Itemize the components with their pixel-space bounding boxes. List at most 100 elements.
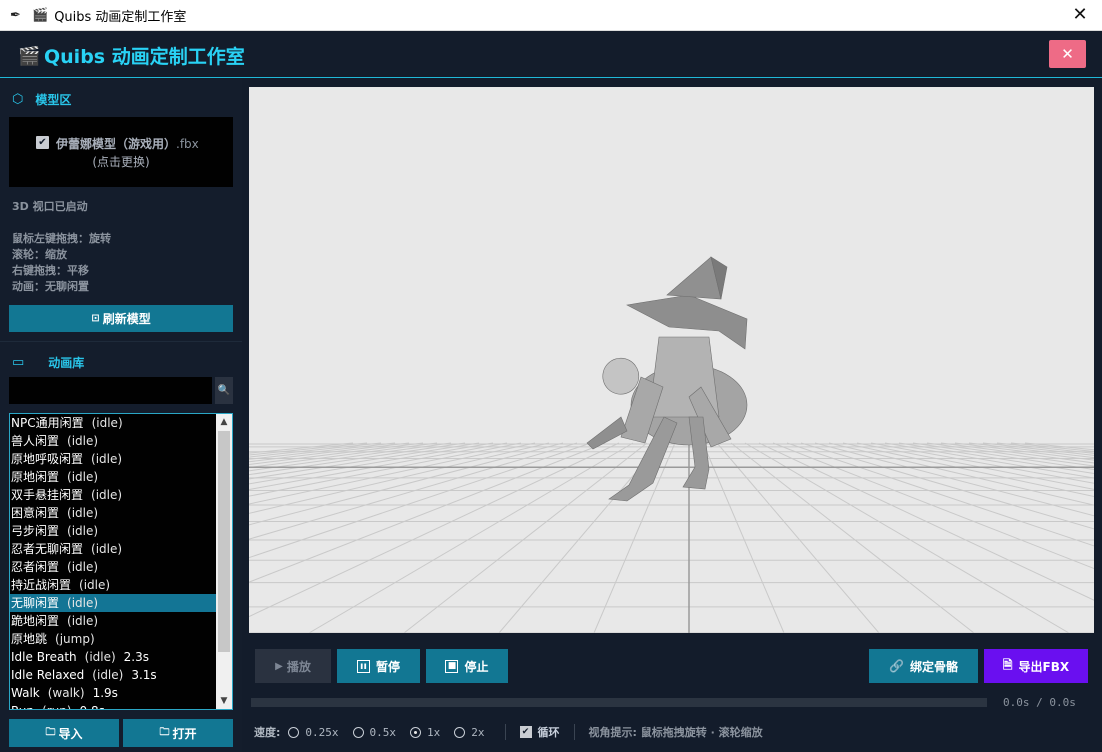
- animation-name: Walk: [11, 686, 40, 700]
- model-change-hint: (点击更换): [92, 155, 150, 169]
- animation-list-item[interactable]: 原地闲置 (idle): [10, 468, 216, 486]
- animation-tag: (jump): [55, 632, 95, 646]
- search-icon[interactable]: 🔍: [215, 377, 233, 404]
- animation-duration: 3.1s: [131, 668, 157, 682]
- animation-name: 双手悬挂闲置: [11, 488, 84, 502]
- refresh-model-button[interactable]: ⊡ 刷新模型: [9, 305, 233, 332]
- animation-list-item[interactable]: 忍者闲置 (idle): [10, 558, 216, 576]
- play-button[interactable]: ▶ 播放: [255, 649, 331, 683]
- animation-list-item[interactable]: 忍者无聊闲置 (idle): [10, 540, 216, 558]
- stop-button[interactable]: ■ 停止: [426, 649, 508, 683]
- animation-list-item[interactable]: 弓步闲置 (idle): [10, 522, 216, 540]
- divider: [0, 341, 242, 342]
- speed-option-label: 0.5x: [369, 725, 397, 739]
- animation-name: NPC通用闲置: [11, 416, 84, 430]
- bind-skeleton-button[interactable]: 🔗 绑定骨骼: [869, 649, 978, 683]
- list-scrollbar[interactable]: ▲ ▼: [216, 414, 232, 709]
- film-icon: ▭: [12, 355, 25, 370]
- scroll-up-icon[interactable]: ▲: [216, 414, 232, 430]
- radio-icon: [352, 726, 364, 738]
- export-fbx-label: 导出FBX: [1018, 659, 1070, 674]
- loop-label: 循环: [537, 726, 560, 739]
- animation-name: 无聊闲置: [11, 596, 60, 610]
- export-fbx-button[interactable]: 🗎 导出FBX: [984, 649, 1088, 683]
- speed-option-label: 0.25x: [305, 725, 339, 739]
- speed-option[interactable]: 0.5x: [352, 725, 397, 739]
- progress-bar[interactable]: [251, 698, 987, 707]
- animation-list-item[interactable]: 跪地闲置 (idle): [10, 612, 216, 630]
- animation-tag: (idle): [67, 434, 99, 448]
- animation-list-item[interactable]: 原地呼吸闲置 (idle): [10, 450, 216, 468]
- animation-tag: (idle): [91, 452, 123, 466]
- animation-tag: (idle): [67, 560, 99, 574]
- scroll-thumb[interactable]: [218, 431, 230, 652]
- speed-option[interactable]: 0.25x: [288, 725, 339, 739]
- feather-icon: ✒: [10, 7, 21, 23]
- check-icon: ✔: [36, 136, 49, 149]
- animation-tag: (run): [42, 704, 72, 709]
- app-title: Quibs 动画定制工作室: [44, 46, 245, 68]
- export-icon: 🗎: [1002, 657, 1013, 672]
- app-close-button[interactable]: ✕: [1049, 40, 1086, 68]
- animation-list-item[interactable]: 原地跳 (jump): [10, 630, 216, 648]
- animation-list-item[interactable]: Walk (walk) 1.9s: [10, 684, 216, 702]
- animation-tag: (idle): [84, 650, 116, 664]
- animation-duration: 2.3s: [123, 650, 150, 664]
- cube-icon: ⬡: [12, 92, 24, 107]
- left-panel: ⬡ 模型区 ✔ 伊蕾娜模型（游戏用）.fbx (点击更换) 3D 视口已启动 鼠…: [0, 79, 242, 752]
- window-titlebar: ✒ 🎬 Quibs 动画定制工作室 ✕: [0, 0, 1102, 31]
- pause-label: 暂停: [375, 659, 400, 674]
- window-close-button[interactable]: ✕: [1068, 4, 1092, 26]
- animation-list-item[interactable]: Idle Relaxed (idle) 3.1s: [10, 666, 216, 684]
- animation-duration: 0.8s: [80, 704, 105, 709]
- animation-list-item[interactable]: 兽人闲置 (idle): [10, 432, 216, 450]
- loop-checkbox[interactable]: ✔ 循环: [519, 724, 560, 740]
- help-pan: 右键拖拽：平移: [12, 264, 89, 277]
- speed-option[interactable]: 1x: [410, 726, 440, 739]
- view-hint: 视角提示: 鼠标拖拽旋转 · 滚轮缩放: [588, 726, 763, 739]
- separator: [504, 724, 506, 740]
- open-label: 打开: [172, 726, 197, 741]
- import-button[interactable]: 🗀 导入: [9, 719, 119, 747]
- animation-tag: (idle): [92, 668, 124, 682]
- 3d-viewport[interactable]: [249, 87, 1094, 633]
- animation-list[interactable]: NPC通用闲置 (idle) 兽人闲置 (idle) 原地呼吸闲置 (idle) 原地闲置 (…: [9, 413, 233, 710]
- animation-name: Idle Relaxed: [11, 668, 85, 682]
- animation-name: 忍者无聊闲置: [11, 542, 84, 556]
- radio-icon: [410, 726, 422, 738]
- animation-name: 兽人闲置: [11, 434, 60, 448]
- animation-name: 原地呼吸闲置: [11, 452, 84, 466]
- open-button[interactable]: 🗀 打开: [123, 719, 233, 747]
- model-section-header: ⬡ 模型区: [12, 91, 71, 108]
- animation-list-item[interactable]: Run (run) 0.8s: [10, 702, 216, 709]
- speed-option[interactable]: 2x: [454, 725, 485, 739]
- anim-section-header: ▭ 动画库: [12, 354, 84, 371]
- pause-button[interactable]: ıı 暂停: [337, 649, 420, 683]
- viewport-scene: [249, 87, 1094, 633]
- window-title: Quibs 动画定制工作室: [54, 9, 187, 25]
- animation-list-item[interactable]: NPC通用闲置 (idle): [10, 414, 216, 432]
- stop-label: 停止: [464, 659, 489, 674]
- animation-list-rows: NPC通用闲置 (idle) 兽人闲置 (idle) 原地呼吸闲置 (idle) 原地闲置 (…: [10, 414, 216, 709]
- animation-list-item[interactable]: 无聊闲置 (idle): [10, 594, 216, 612]
- animation-tag: (idle): [67, 524, 99, 538]
- animation-list-item[interactable]: 持近战闲置 (idle): [10, 576, 216, 594]
- animation-tag: (idle): [91, 542, 123, 556]
- animation-search-input[interactable]: [9, 377, 212, 404]
- radio-icon: [454, 726, 466, 738]
- app-header: 🎬 Quibs 动画定制工作室 ✕: [0, 32, 1102, 78]
- speed-options: 0.25x 0.5x 1x 2x: [288, 726, 498, 739]
- animation-list-item[interactable]: 双手悬挂闲置 (idle): [10, 486, 216, 504]
- animation-duration: 1.9s: [92, 686, 118, 700]
- help-zoom: 滚轮：缩放: [12, 248, 67, 261]
- help-rotate: 鼠标左键拖拽：旋转: [12, 232, 111, 245]
- speed-option-label: 2x: [471, 725, 485, 739]
- animation-list-item[interactable]: Idle Breath (idle) 2.3s: [10, 648, 216, 666]
- model-section-title: 模型区: [35, 93, 72, 107]
- clapperboard-icon: 🎬: [32, 7, 49, 23]
- model-selector[interactable]: ✔ 伊蕾娜模型（游戏用）.fbx (点击更换): [9, 117, 233, 187]
- animation-tag: (idle): [91, 416, 123, 430]
- scroll-down-icon[interactable]: ▼: [216, 693, 232, 709]
- animation-list-item[interactable]: 困意闲置 (idle): [10, 504, 216, 522]
- animation-tag: (idle): [67, 506, 99, 520]
